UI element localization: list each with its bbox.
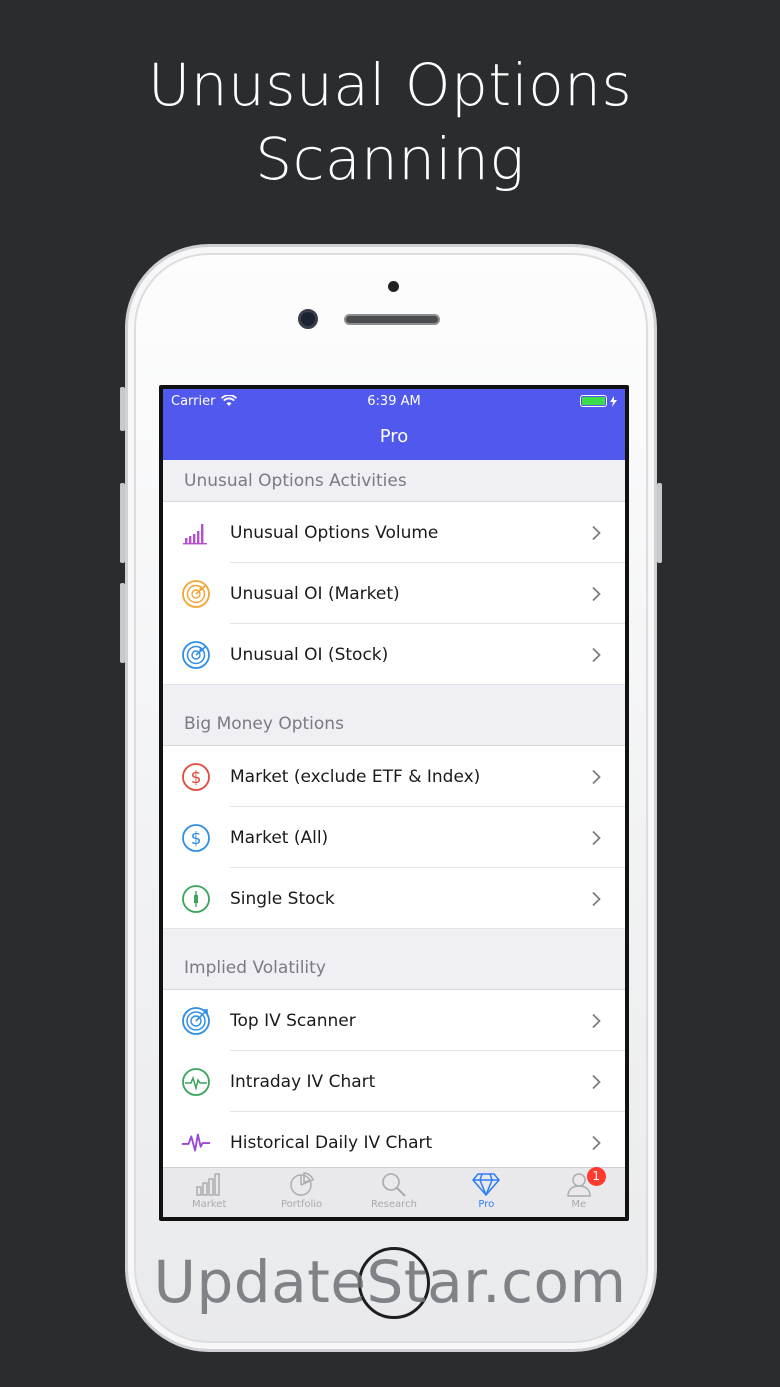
menu-item-market-exclude-etf[interactable]: $ Market (exclude ETF & Index) [163, 746, 625, 807]
volume-down-button [120, 583, 125, 663]
notification-badge: 1 [586, 1167, 606, 1186]
status-time: 6:39 AM [367, 394, 421, 409]
menu-item-label: Unusual OI (Market) [230, 583, 400, 604]
tab-me[interactable]: 1 Me [533, 1167, 625, 1210]
tab-label: Me [571, 1199, 587, 1210]
app-screen: Carrier 6:39 AM Pro Unusual Options Acti… [163, 389, 625, 1217]
volume-up-button [120, 483, 125, 563]
chevron-right-icon [592, 1135, 601, 1150]
menu-item-unusual-options-volume[interactable]: Unusual Options Volume [163, 502, 625, 563]
phone-frame: Carrier 6:39 AM Pro Unusual Options Acti… [120, 244, 662, 1352]
menu-item-label: Top IV Scanner [230, 1010, 356, 1031]
page-title: Pro [379, 426, 409, 447]
dollar-icon: $ [181, 762, 211, 792]
bar-chart-icon [181, 518, 211, 548]
menu-item-label: Unusual Options Volume [230, 522, 439, 543]
menu-item-top-iv-scanner[interactable]: Top IV Scanner [163, 990, 625, 1051]
proximity-sensor [388, 281, 399, 292]
menu-item-intraday-iv-chart[interactable]: Intraday IV Chart [163, 1051, 625, 1112]
headline: Unusual Options Scanning [0, 48, 780, 196]
tab-label: Pro [478, 1199, 495, 1210]
tab-research[interactable]: Research [348, 1168, 440, 1210]
svg-text:$: $ [191, 768, 202, 788]
menu-item-label: Market (exclude ETF & Index) [230, 766, 481, 787]
pie-chart-icon [289, 1172, 314, 1196]
svg-text:$: $ [191, 829, 202, 849]
menu-item-single-stock[interactable]: Single Stock [163, 868, 625, 929]
chevron-right-icon [592, 1013, 601, 1028]
menu-item-market-all[interactable]: $ Market (All) [163, 807, 625, 868]
phone-screen: Carrier 6:39 AM Pro Unusual Options Acti… [159, 385, 629, 1221]
menu-item-label: Market (All) [230, 827, 329, 848]
chevron-right-icon [592, 647, 601, 662]
section-header-big-money: Big Money Options [163, 685, 625, 746]
menu-item-label: Intraday IV Chart [230, 1071, 376, 1092]
pro-menu-list: Unusual Options Activities Unusual Optio… [163, 460, 625, 1173]
tab-label: Portfolio [281, 1199, 323, 1210]
search-icon [382, 1173, 406, 1197]
chevron-right-icon [592, 1074, 601, 1089]
tab-label: Research [371, 1199, 417, 1210]
menu-item-label: Unusual OI (Stock) [230, 644, 389, 665]
power-button [657, 483, 662, 563]
pulse-clock-icon [181, 1067, 211, 1097]
target-icon [181, 1006, 211, 1036]
chevron-right-icon [592, 525, 601, 540]
radar-icon [181, 640, 211, 670]
front-camera [298, 309, 318, 329]
heartbeat-icon [181, 1128, 211, 1158]
navigation-bar: Carrier 6:39 AM Pro [163, 389, 625, 460]
radar-icon [181, 579, 211, 609]
bar-chart-icon [196, 1173, 220, 1196]
menu-item-label: Single Stock [230, 888, 335, 909]
status-bar: Carrier 6:39 AM [163, 389, 625, 413]
chevron-right-icon [592, 891, 601, 906]
menu-item-unusual-oi-market[interactable]: Unusual OI (Market) [163, 563, 625, 624]
tab-bar: Market Portfolio Research Pro 1 Me [163, 1167, 625, 1217]
headline-line-2: Scanning [255, 125, 525, 193]
chevron-right-icon [592, 769, 601, 784]
menu-item-historical-daily-iv-chart[interactable]: Historical Daily IV Chart [163, 1112, 625, 1173]
tab-pro[interactable]: Pro [440, 1168, 532, 1210]
earpiece-speaker [344, 314, 440, 325]
candlestick-icon [181, 884, 211, 914]
diamond-icon [472, 1173, 501, 1196]
chevron-right-icon [592, 830, 601, 845]
headline-line-1: Unusual Options [147, 51, 633, 119]
tab-label: Market [192, 1199, 227, 1210]
tab-market[interactable]: Market [163, 1168, 255, 1210]
dollar-icon: $ [181, 823, 211, 853]
chevron-right-icon [592, 586, 601, 601]
tab-portfolio[interactable]: Portfolio [256, 1168, 348, 1210]
section-header-unusual-options: Unusual Options Activities [163, 460, 625, 502]
menu-item-label: Historical Daily IV Chart [230, 1132, 433, 1153]
section-header-implied-volatility: Implied Volatility [163, 929, 625, 990]
menu-item-unusual-oi-stock[interactable]: Unusual OI (Stock) [163, 624, 625, 685]
mute-switch [120, 387, 125, 431]
watermark: UpdateStar.com [153, 1248, 627, 1316]
